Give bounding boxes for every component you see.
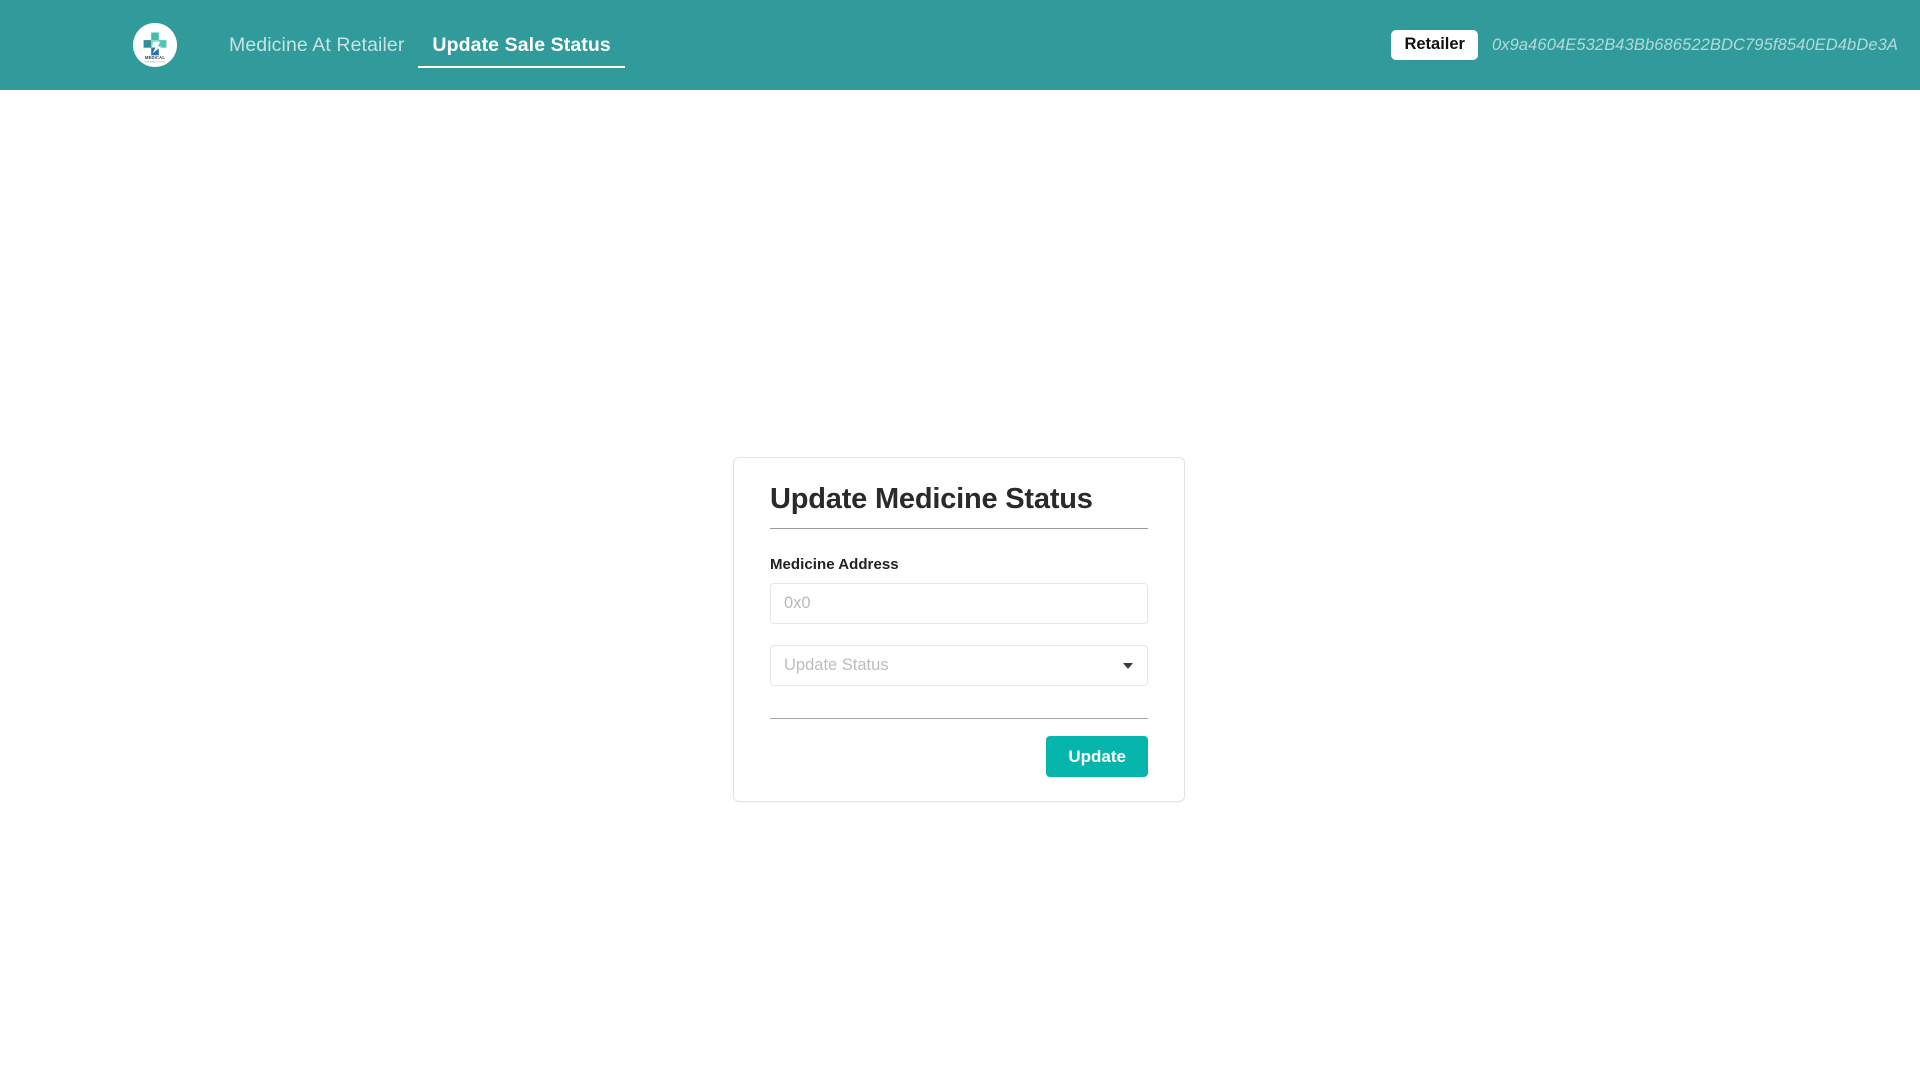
- update-medicine-status-card: Update Medicine Status Medicine Address …: [733, 457, 1185, 802]
- role-badge: Retailer: [1391, 30, 1478, 60]
- svg-text:PHARMACEUTICAL: PHARMACEUTICAL: [145, 61, 166, 64]
- medical-cross-logo-icon: MEDICAL PHARMACEUTICAL: [133, 23, 177, 67]
- title-divider: [770, 528, 1148, 530]
- brand-logo[interactable]: MEDICAL PHARMACEUTICAL: [133, 23, 177, 67]
- card-title: Update Medicine Status: [770, 483, 1093, 515]
- status-select[interactable]: Update Status: [770, 645, 1148, 687]
- navbar-account-area: Retailer 0x9a4604E532B43Bb686522BDC795f8…: [1391, 30, 1898, 60]
- primary-nav: Medicine At Retailer Update Sale Status: [215, 0, 626, 90]
- update-button[interactable]: Update: [1046, 736, 1148, 778]
- card-form: Medicine Address Update Status: [734, 556, 1184, 687]
- footer-divider: [770, 718, 1148, 720]
- top-navbar: MEDICAL PHARMACEUTICAL Medicine At Retai…: [0, 0, 1920, 90]
- account-address: 0x9a4604E532B43Bb686522BDC795f8540ED4bDe…: [1491, 35, 1898, 54]
- status-select-value: Update Status: [784, 656, 889, 675]
- nav-tab-medicine-at-retailer[interactable]: Medicine At Retailer: [215, 0, 418, 90]
- page-body: Update Medicine Status Medicine Address …: [0, 90, 1920, 1080]
- nav-tab-update-sale-status[interactable]: Update Sale Status: [418, 0, 626, 90]
- svg-text:MEDICAL: MEDICAL: [145, 55, 165, 60]
- status-select-wrapper: Update Status: [770, 645, 1148, 687]
- card-footer: Update: [734, 736, 1184, 778]
- medicine-address-label: Medicine Address: [770, 556, 899, 574]
- medicine-address-input[interactable]: [770, 583, 1148, 625]
